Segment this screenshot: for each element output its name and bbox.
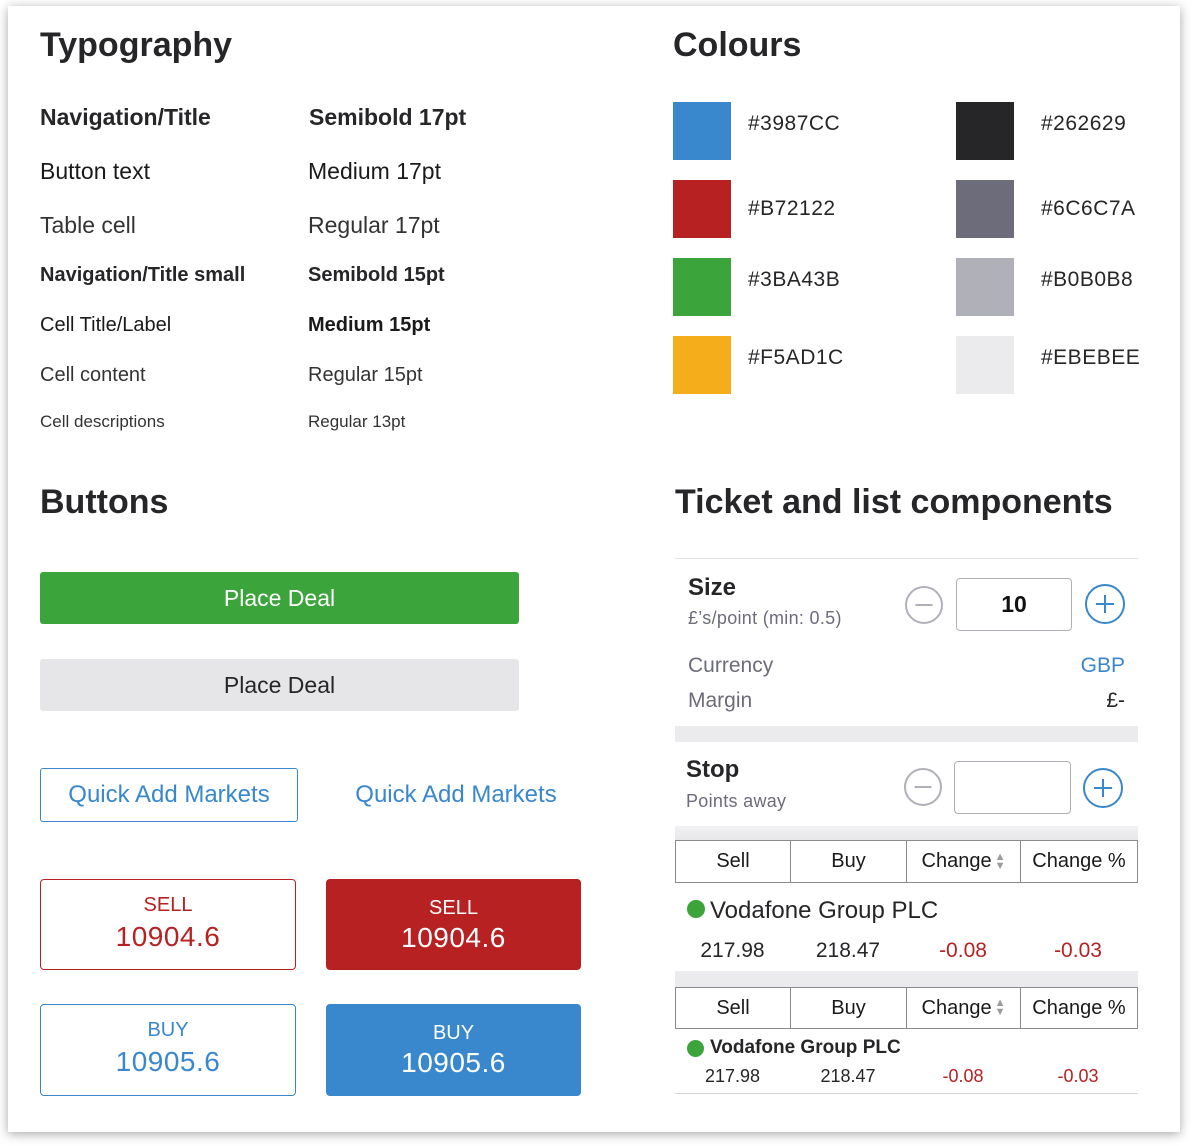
decrease-size-button[interactable] — [905, 586, 943, 624]
buy-price: 10905.6 — [115, 1046, 221, 1077]
increase-size-button[interactable] — [1085, 584, 1125, 624]
change-pct-cell: -0.03 — [1054, 939, 1102, 962]
market-status-icon — [687, 900, 705, 918]
colour-hex: #B72122 — [748, 197, 836, 220]
typography-label: Table cell — [40, 212, 136, 238]
typography-label: Navigation/Title small — [40, 264, 246, 286]
market-name: Vodafone Group PLC — [710, 1037, 901, 1058]
decrease-stop-button[interactable] — [904, 768, 942, 806]
buy-label: BUY — [432, 1022, 475, 1044]
sell-cell: 217.98 — [700, 939, 765, 962]
colour-hex: #B0B0B8 — [1041, 268, 1134, 291]
colour-swatch — [673, 180, 731, 238]
typography-value: Medium 17pt — [308, 158, 441, 184]
margin-value: £- — [1106, 689, 1125, 712]
typography-value: Regular 17pt — [308, 212, 440, 238]
typography-label: Button text — [40, 158, 150, 184]
colour-swatch — [673, 102, 731, 160]
sell-cell: 217.98 — [704, 1066, 761, 1086]
section-divider — [675, 826, 1138, 840]
colour-swatch — [956, 258, 1014, 316]
colour-hex: #F5AD1C — [748, 346, 844, 369]
typography-label: Cell descriptions — [40, 412, 165, 431]
market-status-icon — [687, 1040, 704, 1057]
colour-swatch — [673, 336, 731, 394]
colour-hex: #262629 — [1041, 112, 1127, 135]
place-deal-button[interactable]: Place Deal — [40, 572, 519, 624]
colour-swatch — [956, 102, 1014, 160]
margin-label: Margin — [688, 689, 753, 712]
header-change[interactable]: Change ▲ ▼ — [907, 988, 1021, 1028]
section-divider — [675, 971, 1138, 987]
colour-hex: #6C6C7A — [1041, 197, 1136, 220]
buy-cell: 218.47 — [820, 1066, 876, 1086]
colour-hex: #EBEBEE — [1041, 346, 1141, 369]
typography-value: Medium 15pt — [308, 314, 431, 336]
section-divider — [675, 726, 1138, 742]
typography-label: Navigation/Title — [40, 104, 211, 130]
colour-hex: #3BA43B — [748, 268, 841, 291]
colour-swatch — [956, 336, 1014, 394]
style-guide-sheet: Typography Navigation/Title Semibold 17p… — [8, 6, 1180, 1132]
currency-value[interactable]: GBP — [1068, 654, 1125, 678]
sell-label: SELL — [429, 897, 478, 919]
size-input[interactable]: 10 — [956, 578, 1072, 631]
quick-add-markets-link[interactable]: Quick Add Markets — [338, 768, 574, 822]
typography-value: Regular 13pt — [308, 412, 406, 431]
sell-outline-button[interactable]: SELL 10904.6 — [40, 879, 296, 970]
colours-heading: Colours — [673, 26, 802, 64]
colour-swatch — [673, 258, 731, 316]
market-table-header: Sell Buy Change ▲ ▼ Change % — [675, 840, 1138, 883]
quick-add-markets-button[interactable]: Quick Add Markets — [40, 768, 298, 822]
sell-price: 10904.6 — [115, 921, 221, 952]
table-row[interactable]: Vodafone Group PLC 217.98 218.47 -0.08 -… — [675, 883, 1138, 971]
stop-title: Stop — [686, 756, 740, 783]
colour-swatch — [956, 180, 1014, 238]
typography-value: Semibold 15pt — [308, 264, 445, 286]
size-title: Size — [688, 574, 737, 601]
sort-icon: ▲ ▼ — [994, 997, 1006, 1018]
buy-filled-button[interactable]: BUY 10905.6 — [326, 1004, 581, 1096]
typography-value: Regular 15pt — [308, 364, 423, 386]
header-change-pct[interactable]: Change % — [1021, 988, 1137, 1028]
currency-label: Currency — [688, 654, 774, 677]
header-change[interactable]: Change ▲ ▼ — [907, 841, 1021, 882]
header-buy[interactable]: Buy — [791, 988, 907, 1028]
stop-subtitle: Points away — [686, 791, 787, 811]
colour-hex: #3987CC — [748, 112, 841, 135]
typography-label: Cell Title/Label — [40, 314, 172, 336]
sell-price: 10904.6 — [401, 922, 506, 953]
market-name: Vodafone Group PLC — [710, 897, 939, 924]
change-pct-cell: -0.03 — [1057, 1066, 1099, 1086]
change-cell: -0.08 — [942, 1066, 984, 1086]
table-row[interactable]: Vodafone Group PLC 217.98 218.47 -0.08 -… — [675, 1029, 1138, 1094]
place-deal-disabled-button[interactable]: Place Deal — [40, 659, 519, 711]
size-subtitle: £’s/point (min: 0.5) — [688, 608, 842, 628]
sell-filled-button[interactable]: SELL 10904.6 — [326, 879, 581, 970]
buy-price: 10905.6 — [401, 1047, 506, 1078]
buy-label: BUY — [147, 1019, 189, 1041]
buttons-heading: Buttons — [40, 483, 169, 521]
typography-label: Cell content — [40, 364, 146, 386]
header-sell[interactable]: Sell — [676, 841, 791, 882]
typography-value: Semibold 17pt — [309, 104, 467, 130]
header-buy[interactable]: Buy — [791, 841, 907, 882]
increase-stop-button[interactable] — [1083, 768, 1123, 808]
header-sell[interactable]: Sell — [676, 988, 791, 1028]
sort-icon: ▲ ▼ — [994, 850, 1006, 872]
ticket-heading: Ticket and list components — [675, 483, 1113, 521]
sell-label: SELL — [143, 894, 193, 916]
market-table-header: Sell Buy Change ▲ ▼ Change % — [675, 987, 1138, 1029]
buy-outline-button[interactable]: BUY 10905.6 — [40, 1004, 296, 1096]
stop-input[interactable] — [954, 761, 1071, 814]
header-change-pct[interactable]: Change % — [1021, 841, 1137, 882]
typography-heading: Typography — [40, 26, 233, 64]
change-cell: -0.08 — [939, 939, 987, 962]
buy-cell: 218.47 — [815, 939, 881, 962]
